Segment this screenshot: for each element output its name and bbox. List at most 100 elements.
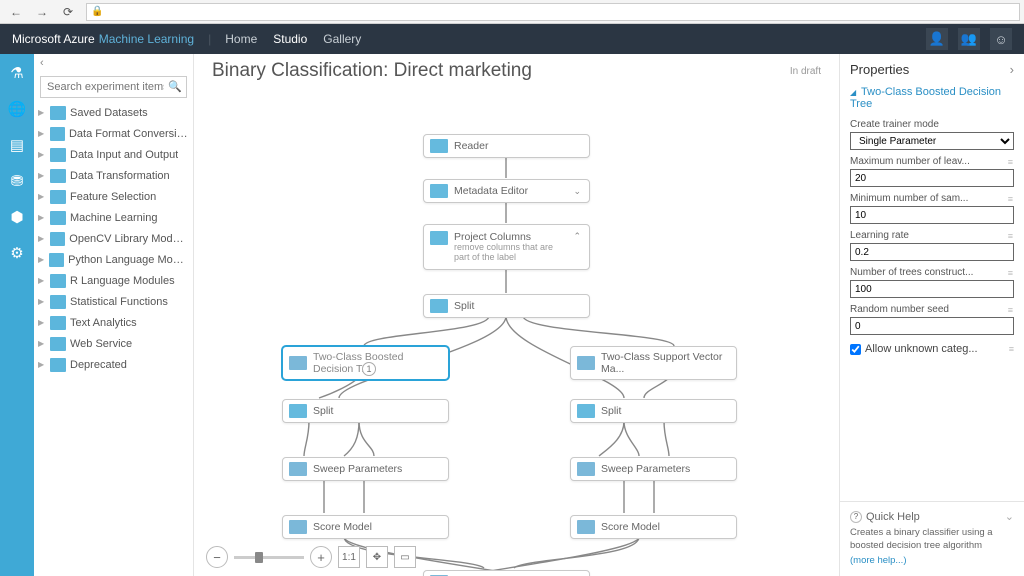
palette-item-data-io[interactable]: ▶Data Input and Output xyxy=(34,144,193,165)
quickhelp-title: Quick Help xyxy=(866,511,920,523)
triangle-down-icon: ◢ xyxy=(850,88,856,97)
rail-notebook-icon[interactable]: ▤ xyxy=(6,134,28,156)
node-split-left[interactable]: Split xyxy=(282,399,449,423)
chevron-down-icon[interactable]: ⌄ xyxy=(1005,510,1014,523)
param-select-trainer-mode[interactable]: Single Parameter xyxy=(850,132,1014,150)
model-icon xyxy=(289,520,307,534)
param-input-minsamp[interactable] xyxy=(850,206,1014,224)
zoom-slider[interactable] xyxy=(234,556,304,559)
palette-item-r[interactable]: ▶R Language Modules xyxy=(34,270,193,291)
node-split[interactable]: Split xyxy=(423,294,590,318)
node-split-right[interactable]: Split xyxy=(570,399,737,423)
palette-item-label: Feature Selection xyxy=(70,191,156,203)
node-sweep-params-right[interactable]: Sweep Parameters xyxy=(570,457,737,481)
node-label: Score Model xyxy=(601,521,660,533)
palette-item-python[interactable]: ▶Python Language Modules xyxy=(34,249,193,270)
param-label-minsamp: Minimum number of sam... xyxy=(850,193,968,204)
param-input-leaves[interactable] xyxy=(850,169,1014,187)
module-icon xyxy=(50,274,66,288)
param-input-seed[interactable] xyxy=(850,317,1014,335)
palette-search-input[interactable] xyxy=(40,76,187,98)
chevron-right-icon: ▶ xyxy=(38,171,46,180)
chevron-right-icon: ▶ xyxy=(38,297,46,306)
zoom-actual-button[interactable]: ✥ xyxy=(366,546,388,568)
node-sweep-params-left[interactable]: Sweep Parameters xyxy=(282,457,449,481)
module-icon xyxy=(430,139,448,153)
module-icon xyxy=(430,184,448,198)
node-score-model-left[interactable]: Score Model xyxy=(282,515,449,539)
palette-collapse-button[interactable]: ‹ xyxy=(34,54,193,72)
rail-flask-icon[interactable]: ⚗ xyxy=(6,62,28,84)
zoom-thumb[interactable] xyxy=(255,552,263,563)
palette-item-ml[interactable]: ▶Machine Learning xyxy=(34,207,193,228)
param-menu-icon[interactable]: ≡ xyxy=(1008,268,1014,278)
module-name-label: Two-Class Boosted Decision Tree xyxy=(850,86,1001,110)
palette-item-text[interactable]: ▶Text Analytics xyxy=(34,312,193,333)
node-two-class-svm[interactable]: Two-Class Support Vector Ma... xyxy=(570,346,737,380)
nav-gallery[interactable]: Gallery xyxy=(323,32,361,46)
browser-back-button[interactable]: ← xyxy=(4,2,28,22)
param-menu-icon[interactable]: ≡ xyxy=(1009,344,1014,354)
experiment-canvas[interactable]: Reader Metadata Editor ⌄ Project Columns… xyxy=(194,88,839,576)
browser-url-bar[interactable]: 🔒 xyxy=(86,3,1020,21)
chevron-right-icon: ▶ xyxy=(38,234,46,243)
model-icon xyxy=(577,520,595,534)
rail-globe-icon[interactable]: 🌐 xyxy=(6,98,28,120)
module-icon xyxy=(430,231,448,245)
node-label: Sweep Parameters xyxy=(313,463,402,475)
properties-panel: Properties › ◢ Two-Class Boosted Decisio… xyxy=(839,54,1024,576)
node-label: Split xyxy=(454,300,474,312)
param-label-leaves: Maximum number of leav... xyxy=(850,156,970,167)
module-palette: ‹ 🔍 ▶Saved Datasets ▶Data Format Convers… xyxy=(34,54,194,576)
browser-refresh-button[interactable]: ⟳ xyxy=(56,2,80,22)
quickhelp-body: Creates a binary classifier using a boos… xyxy=(850,527,1014,552)
zoom-toolbar: − + 1:1 ✥ ▭ xyxy=(206,546,416,568)
user-icon[interactable]: 👤 xyxy=(926,28,948,50)
rail-data-icon[interactable]: ⛃ xyxy=(6,170,28,192)
zoom-out-button[interactable]: − xyxy=(206,546,228,568)
chevron-right-icon: ▶ xyxy=(38,318,46,327)
param-menu-icon[interactable]: ≡ xyxy=(1008,305,1014,315)
chevron-down-icon: ⌄ xyxy=(567,186,581,197)
param-checkbox-unknown[interactable] xyxy=(850,344,861,355)
nav-home[interactable]: Home xyxy=(225,32,257,46)
node-label: Two-Class Support Vector Ma... xyxy=(601,351,728,375)
nav-studio[interactable]: Studio xyxy=(273,32,307,46)
node-project-columns[interactable]: Project Columns remove columns that are … xyxy=(423,224,590,270)
palette-item-label: OpenCV Library Modules xyxy=(69,233,189,245)
palette-item-data-format[interactable]: ▶Data Format Conversions xyxy=(34,123,193,144)
palette-item-feature-selection[interactable]: ▶Feature Selection xyxy=(34,186,193,207)
node-evaluate-model[interactable]: Evaluate Model xyxy=(423,570,590,576)
module-icon xyxy=(50,316,66,330)
param-menu-icon[interactable]: ≡ xyxy=(1008,157,1014,167)
palette-item-opencv[interactable]: ▶ OpenCV Library Modules xyxy=(34,228,193,249)
brand-ml: Machine Learning xyxy=(99,32,194,46)
palette-item-data-transform[interactable]: ▶Data Transformation xyxy=(34,165,193,186)
zoom-fit-button[interactable]: 1:1 xyxy=(338,546,360,568)
palette-item-webservice[interactable]: ▶Web Service xyxy=(34,333,193,354)
model-icon xyxy=(577,356,595,370)
palette-item-deprecated[interactable]: ▶Deprecated xyxy=(34,354,193,375)
param-input-ntrees[interactable] xyxy=(850,280,1014,298)
rail-package-icon[interactable]: ⬢ xyxy=(6,206,28,228)
experiment-title[interactable]: Binary Classification: Direct marketing xyxy=(212,60,532,82)
quickhelp-more-link[interactable]: (more help...) xyxy=(850,555,907,566)
param-menu-icon[interactable]: ≡ xyxy=(1008,194,1014,204)
rail-settings-icon[interactable]: ⚙ xyxy=(6,242,28,264)
chevron-right-icon[interactable]: › xyxy=(1010,62,1014,77)
browser-forward-button[interactable]: → xyxy=(30,2,54,22)
palette-item-label: Python Language Modules xyxy=(68,254,189,266)
people-icon[interactable]: 👥 xyxy=(958,28,980,50)
node-metadata-editor[interactable]: Metadata Editor ⌄ xyxy=(423,179,590,203)
smile-icon[interactable]: ☺ xyxy=(990,28,1012,50)
zoom-in-button[interactable]: + xyxy=(310,546,332,568)
module-icon xyxy=(577,404,595,418)
param-menu-icon[interactable]: ≡ xyxy=(1008,231,1014,241)
param-input-lr[interactable] xyxy=(850,243,1014,261)
node-label: Score Model xyxy=(313,521,372,533)
palette-item-stats[interactable]: ▶Statistical Functions xyxy=(34,291,193,312)
minimap-button[interactable]: ▭ xyxy=(394,546,416,568)
palette-item-saved-datasets[interactable]: ▶Saved Datasets xyxy=(34,102,193,123)
node-score-model-right[interactable]: Score Model xyxy=(570,515,737,539)
node-reader[interactable]: Reader xyxy=(423,134,590,158)
